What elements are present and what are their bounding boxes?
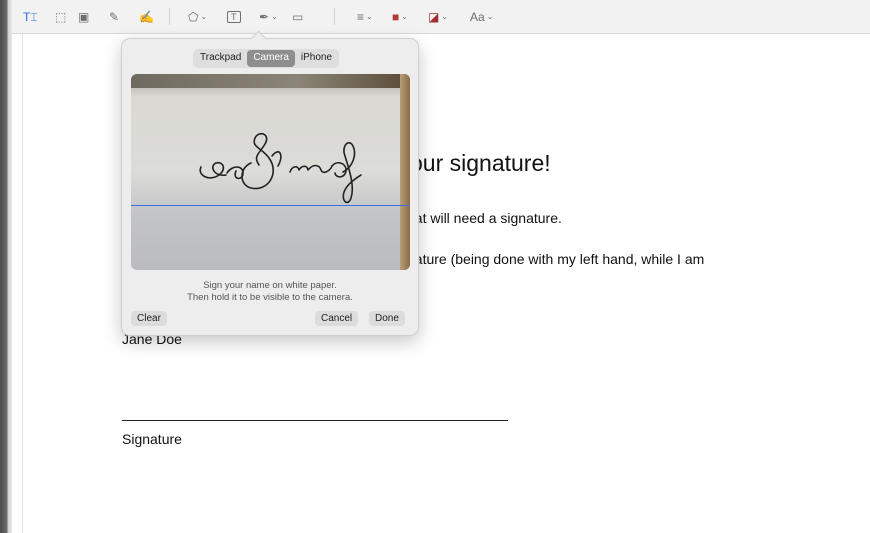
signature-label: Signature (122, 431, 182, 447)
sketch-glyph: ✎ (109, 10, 120, 24)
rect-selection-glyph: ⬚ (55, 10, 67, 24)
tab-trackpad[interactable]: Trackpad (194, 50, 247, 67)
chevron-down-icon: ⌄ (200, 12, 208, 21)
markup-toolbar: T⌶ ⬚ ▣ ✎ ✍ ⬠ ⌄ T ✒ ⌄ ▭ ≡ ⌄ ■ ⌄ ◪ ⌄ Aa ⌄ (12, 0, 870, 34)
chevron-down-icon: ⌄ (441, 12, 449, 21)
instruction-line-2: Then hold it to be visible to the camera… (187, 292, 353, 303)
tab-iphone[interactable]: iPhone (295, 50, 338, 67)
draw-icon[interactable]: ✍ (139, 9, 154, 25)
rect-selection-icon[interactable]: ⬚ (55, 9, 66, 25)
done-button[interactable]: Done (369, 311, 405, 326)
signature-line (122, 420, 508, 421)
tab-camera[interactable]: Camera (247, 50, 295, 67)
text-box-button[interactable]: T (227, 9, 241, 25)
clear-button[interactable]: Clear (131, 311, 167, 326)
text-style-icon: Aa (470, 10, 485, 24)
chevron-down-icon: ⌄ (486, 12, 494, 21)
toolbar-divider (334, 8, 335, 25)
chevron-down-icon: ⌄ (366, 12, 373, 21)
shape-style-button[interactable]: ≡ ⌄ (357, 9, 373, 25)
signature-button[interactable]: ✒ ⌄ (259, 9, 278, 25)
camera-preview (131, 74, 410, 270)
toolbar-divider (169, 8, 170, 25)
redact-icon[interactable]: ▣ (78, 9, 89, 25)
fill-color-button[interactable]: ◪ ⌄ (428, 9, 448, 25)
shape-style-icon: ≡ (357, 10, 365, 24)
signature-popover: Trackpad Camera iPhone Sign your name on… (121, 30, 419, 336)
signature-ink (199, 132, 362, 204)
border-color-icon: ■ (392, 10, 400, 24)
border-color-button[interactable]: ■ ⌄ (392, 9, 408, 25)
shapes-button[interactable]: ⬠ ⌄ (188, 9, 207, 25)
camera-instructions: Sign your name on white paper. Then hold… (122, 280, 418, 304)
text-style-button[interactable]: Aa ⌄ (470, 9, 493, 25)
chevron-down-icon: ⌄ (401, 12, 408, 21)
instruction-line-1: Sign your name on white paper. (203, 280, 337, 291)
fill-color-icon: ◪ (428, 10, 440, 24)
document-line-1: hat will need a signature. (407, 210, 562, 226)
window-edge (0, 0, 12, 533)
sketch-icon[interactable]: ✎ (109, 9, 119, 25)
text-selection-glyph: T⌶ (23, 10, 38, 24)
document-heading: our signature! (410, 150, 551, 176)
redact-glyph: ▣ (78, 10, 90, 24)
shapes-icon: ⬠ (188, 10, 199, 24)
note-button[interactable]: ▭ (292, 9, 303, 25)
signature-icon: ✒ (259, 10, 270, 24)
chevron-down-icon: ⌄ (271, 12, 278, 21)
input-source-tabs: Trackpad Camera iPhone (193, 49, 340, 68)
baseline-guide (131, 205, 410, 206)
note-icon: ▭ (292, 10, 304, 24)
cancel-button[interactable]: Cancel (315, 311, 359, 326)
document-line-2: nature (being done with my left hand, wh… (407, 251, 705, 267)
text-box-icon: T (227, 11, 241, 23)
draw-glyph: ✍ (139, 10, 154, 24)
text-selection-icon[interactable]: T⌶ (23, 9, 38, 25)
